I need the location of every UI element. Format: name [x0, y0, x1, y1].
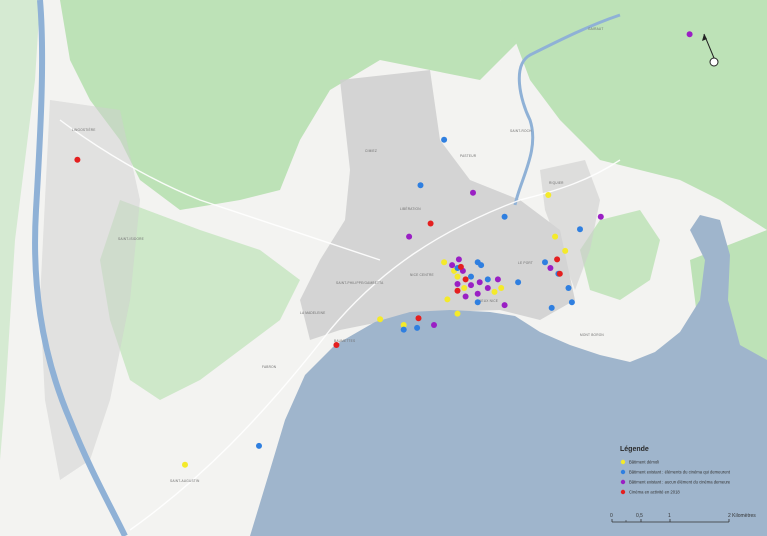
cinema-marker-active-2018: [74, 156, 81, 163]
cinema-marker-no-remains: [597, 213, 604, 220]
cinema-marker-existing-remains: [484, 276, 491, 283]
cinema-marker-active-2018: [556, 270, 563, 277]
cinema-marker-no-remains: [449, 262, 456, 269]
cinema-marker-demolished: [461, 285, 468, 291]
cinema-marker-demolished: [441, 259, 448, 266]
legend-item: Bâtiment existant : aucun élément du cin…: [620, 479, 731, 485]
cinema-marker-active-2018: [427, 220, 434, 227]
place-label: VIEUX NICE: [478, 299, 498, 303]
cinema-marker-no-remains: [501, 302, 508, 309]
cinema-marker-no-remains: [454, 281, 461, 287]
cinema-marker-no-remains: [468, 282, 474, 289]
cinema-marker-no-remains: [406, 233, 413, 240]
cinema-marker-demolished: [545, 192, 552, 198]
place-label: SAINT-ISIDORE: [118, 237, 144, 241]
cinema-marker-existing-remains: [515, 279, 522, 286]
place-label: LINGOSTIÈRE: [72, 127, 96, 132]
cinema-marker-demolished: [562, 247, 569, 254]
cinema-marker-active-2018: [457, 263, 464, 270]
cinema-marker-demolished: [444, 296, 451, 303]
cinema-marker-existing-remains: [468, 273, 474, 280]
cinema-marker-no-remains: [686, 31, 693, 38]
cinema-marker-existing-remains: [501, 213, 508, 220]
legend-label: Bâtiment existant : éléments du cinéma q…: [629, 470, 731, 475]
place-label: FABRON: [262, 365, 277, 369]
cinema-marker-no-remains: [547, 265, 554, 271]
place-label: MONT BORON: [580, 333, 604, 337]
legend-label: Cinéma en activité en 2018: [629, 490, 680, 495]
legend-swatch-demolished: [620, 459, 626, 465]
legend-swatch-remains: [620, 469, 626, 475]
place-label: NICE CENTRE: [410, 273, 434, 277]
place-label: LA MADELEINE: [300, 311, 325, 315]
cinema-marker-no-remains: [494, 276, 501, 283]
place-label: LIBÉRATION: [400, 206, 421, 211]
scale-tick-label: 2 Kilomètres: [728, 513, 756, 519]
cinema-marker-no-remains: [476, 279, 483, 286]
cinema-marker-no-remains: [431, 322, 437, 328]
place-label: LE PORT: [518, 261, 533, 265]
place-label: CIMIEZ: [365, 149, 377, 153]
cinema-marker-demolished: [182, 461, 188, 468]
cinema-marker-no-remains: [455, 256, 462, 263]
legend-item: Cinéma en activité en 2018: [620, 489, 680, 495]
place-label: SAINT-AUGUSTIN: [170, 479, 200, 483]
scale-tick-label: 0: [610, 513, 613, 519]
cinema-marker-existing-remains: [417, 182, 424, 189]
cinema-marker-active-2018: [415, 315, 422, 322]
map-canvas: LINGOSTIÈRE SAINT-ISIDORE LA MADELEINE F…: [0, 0, 767, 536]
scale-tick-label: 0,5: [636, 513, 643, 519]
cinema-marker-demolished: [498, 285, 505, 291]
cinema-marker-existing-remains: [441, 136, 448, 143]
place-label: RIQUIER: [549, 181, 564, 185]
cinema-marker-existing-remains: [474, 299, 481, 306]
cinema-marker-no-remains: [484, 285, 491, 291]
place-label: SAINT-PHILIPPE/GAMBETTA: [336, 281, 384, 285]
cinema-marker-active-2018: [333, 342, 340, 348]
cinema-marker-existing-remains: [548, 304, 555, 311]
legend-label: Bâtiment démoli: [629, 460, 659, 465]
legend-title: Légende: [620, 446, 649, 453]
legend-item: Bâtiment existant : éléments du cinéma q…: [620, 469, 731, 475]
cinema-marker-existing-remains: [568, 299, 575, 306]
cinema-marker-existing-remains: [400, 326, 407, 333]
cinema-marker-existing-remains: [565, 285, 572, 291]
cinema-marker-demolished: [454, 310, 461, 317]
cinema-marker-demolished: [491, 288, 498, 295]
cinema-marker-demolished: [552, 233, 559, 240]
legend-swatch-active: [620, 489, 626, 495]
cinema-marker-existing-remains: [414, 324, 421, 331]
cinema-marker-no-remains: [474, 290, 481, 297]
scale-tick-label: 1: [668, 513, 671, 519]
cinema-marker-active-2018: [454, 287, 461, 294]
legend-label: Bâtiment existant : aucun élément du cin…: [629, 480, 731, 485]
cinema-marker-demolished: [454, 273, 461, 280]
cinema-marker-no-remains: [470, 189, 476, 196]
cinema-marker-existing-remains: [542, 259, 548, 266]
cinema-marker-active-2018: [462, 276, 469, 283]
place-label: SAINT-ROCH: [510, 129, 532, 133]
cinema-marker-existing-remains: [474, 259, 481, 266]
cinema-marker-demolished: [377, 316, 384, 323]
cinema-marker-no-remains: [462, 293, 469, 300]
cinema-marker-existing-remains: [256, 442, 262, 449]
cinema-marker-existing-remains: [577, 226, 583, 233]
legend-swatch-no-remains: [620, 479, 626, 485]
cinema-marker-active-2018: [554, 256, 561, 263]
place-label: GAIRAUT: [588, 27, 604, 31]
place-label: PASTEUR: [460, 154, 477, 158]
